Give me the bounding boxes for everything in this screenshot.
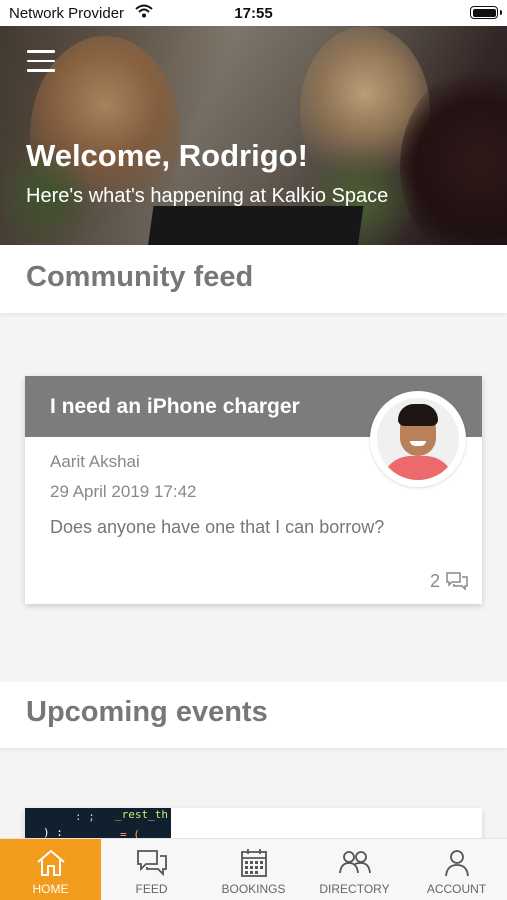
tab-label: FEED <box>135 882 168 896</box>
tab-home[interactable]: HOME <box>0 839 101 900</box>
chat-icon <box>137 850 167 877</box>
author-avatar[interactable] <box>370 391 466 487</box>
tab-label: ACCOUNT <box>426 882 487 896</box>
tab-directory[interactable]: DIRECTORY <box>304 839 405 900</box>
status-bar: Network Provider 17:55 <box>0 0 507 26</box>
home-icon <box>37 850 65 876</box>
comment-count: 2 <box>430 571 441 591</box>
section-title: Community feed <box>26 261 254 293</box>
calendar-icon <box>241 849 267 877</box>
community-feed-header: Community feed <box>0 245 507 313</box>
upcoming-events-header: Upcoming events <box>0 682 507 748</box>
code-text: _rest_th <box>115 808 168 821</box>
post-title: I need an iPhone charger <box>50 395 300 418</box>
tab-label: HOME <box>32 882 69 896</box>
post-body: Does anyone have one that I can borrow? <box>50 517 385 537</box>
tab-bookings[interactable]: BOOKINGS <box>203 839 304 900</box>
post-date: 29 April 2019 17:42 <box>50 482 197 501</box>
tab-label: BOOKINGS <box>221 882 286 896</box>
post-author: Aarit Akshai <box>50 452 140 471</box>
hero-banner <box>0 26 507 245</box>
tab-label: DIRECTORY <box>319 882 390 896</box>
tab-feed[interactable]: FEED <box>101 839 202 900</box>
battery-icon <box>470 6 502 19</box>
hamburger-menu-icon[interactable] <box>27 50 55 74</box>
status-time: 17:55 <box>234 5 273 22</box>
section-title: Upcoming events <box>26 696 268 728</box>
bottom-tab-bar: HOME FEED BOOKINGS DIRECTORY ACCOUNT <box>0 838 507 900</box>
welcome-subtitle: Here's what's happening at Kalkio Space <box>26 185 389 207</box>
feed-post-card[interactable]: I need an iPhone charger Aarit Akshai 29… <box>25 376 482 604</box>
code-text: : ; <box>75 810 95 823</box>
tab-account[interactable]: ACCOUNT <box>406 839 507 900</box>
person-icon <box>445 850 469 877</box>
people-icon <box>339 851 371 874</box>
welcome-title: Welcome, Rodrigo! <box>26 138 308 173</box>
comments-icon[interactable] <box>445 571 469 591</box>
